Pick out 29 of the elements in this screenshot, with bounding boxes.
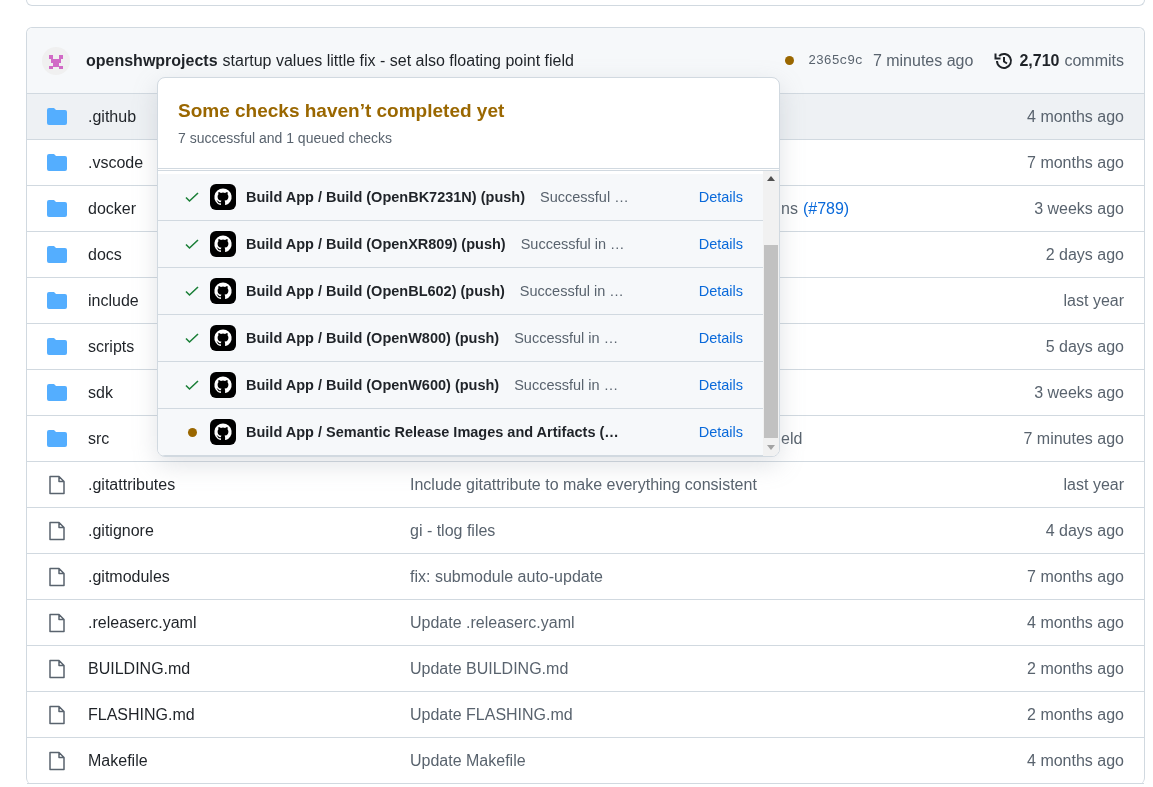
commit-time: 7 minutes ago	[872, 51, 974, 70]
commit-date: 2 days ago	[1045, 245, 1124, 264]
commit-date: 4 months ago	[1027, 751, 1124, 770]
commit-date: 4 months ago	[1027, 613, 1124, 632]
check-description: Successful in …	[514, 330, 619, 346]
check-name: Build App / Build (OpenW600) (push)	[246, 377, 500, 393]
commit-date: 7 months ago	[1027, 567, 1124, 586]
checks-summary: 7 successful and 1 queued checks	[178, 130, 394, 146]
commit-date: 2 months ago	[1027, 705, 1124, 724]
check-name: Build App / Build (OpenBK7231N) (push)	[246, 189, 525, 205]
popover-title: Some checks haven’t completed yet	[178, 100, 506, 122]
commit-date: 5 days ago	[1045, 337, 1124, 356]
check-description: Successful in …	[520, 236, 625, 252]
commit-date: last year	[1063, 475, 1124, 494]
check-description: Successful …	[540, 189, 629, 205]
commit-date: last year	[1063, 291, 1124, 310]
commit-date: 7 minutes ago	[1023, 429, 1124, 448]
commit-date: 2 months ago	[1027, 659, 1124, 678]
commit-date: 3 weeks ago	[1034, 199, 1124, 218]
commit-date: 3 weeks ago	[1034, 383, 1124, 402]
commit-date: 4 days ago	[1045, 521, 1124, 540]
check-name: Build App / Build (OpenW800) (push)	[246, 330, 500, 346]
check-name: Build App / Semantic Release Images and Artifacts (…	[246, 424, 619, 440]
check-description: Successful in …	[514, 377, 619, 393]
check-description: Successful in …	[519, 283, 624, 299]
commit-date: 7 months ago	[1027, 153, 1124, 172]
check-name: Build App / Build (OpenXR809) (push)	[246, 236, 506, 252]
commit-date: 4 months ago	[1027, 107, 1124, 126]
check-name: Build App / Build (OpenBL602) (push)	[246, 283, 505, 299]
